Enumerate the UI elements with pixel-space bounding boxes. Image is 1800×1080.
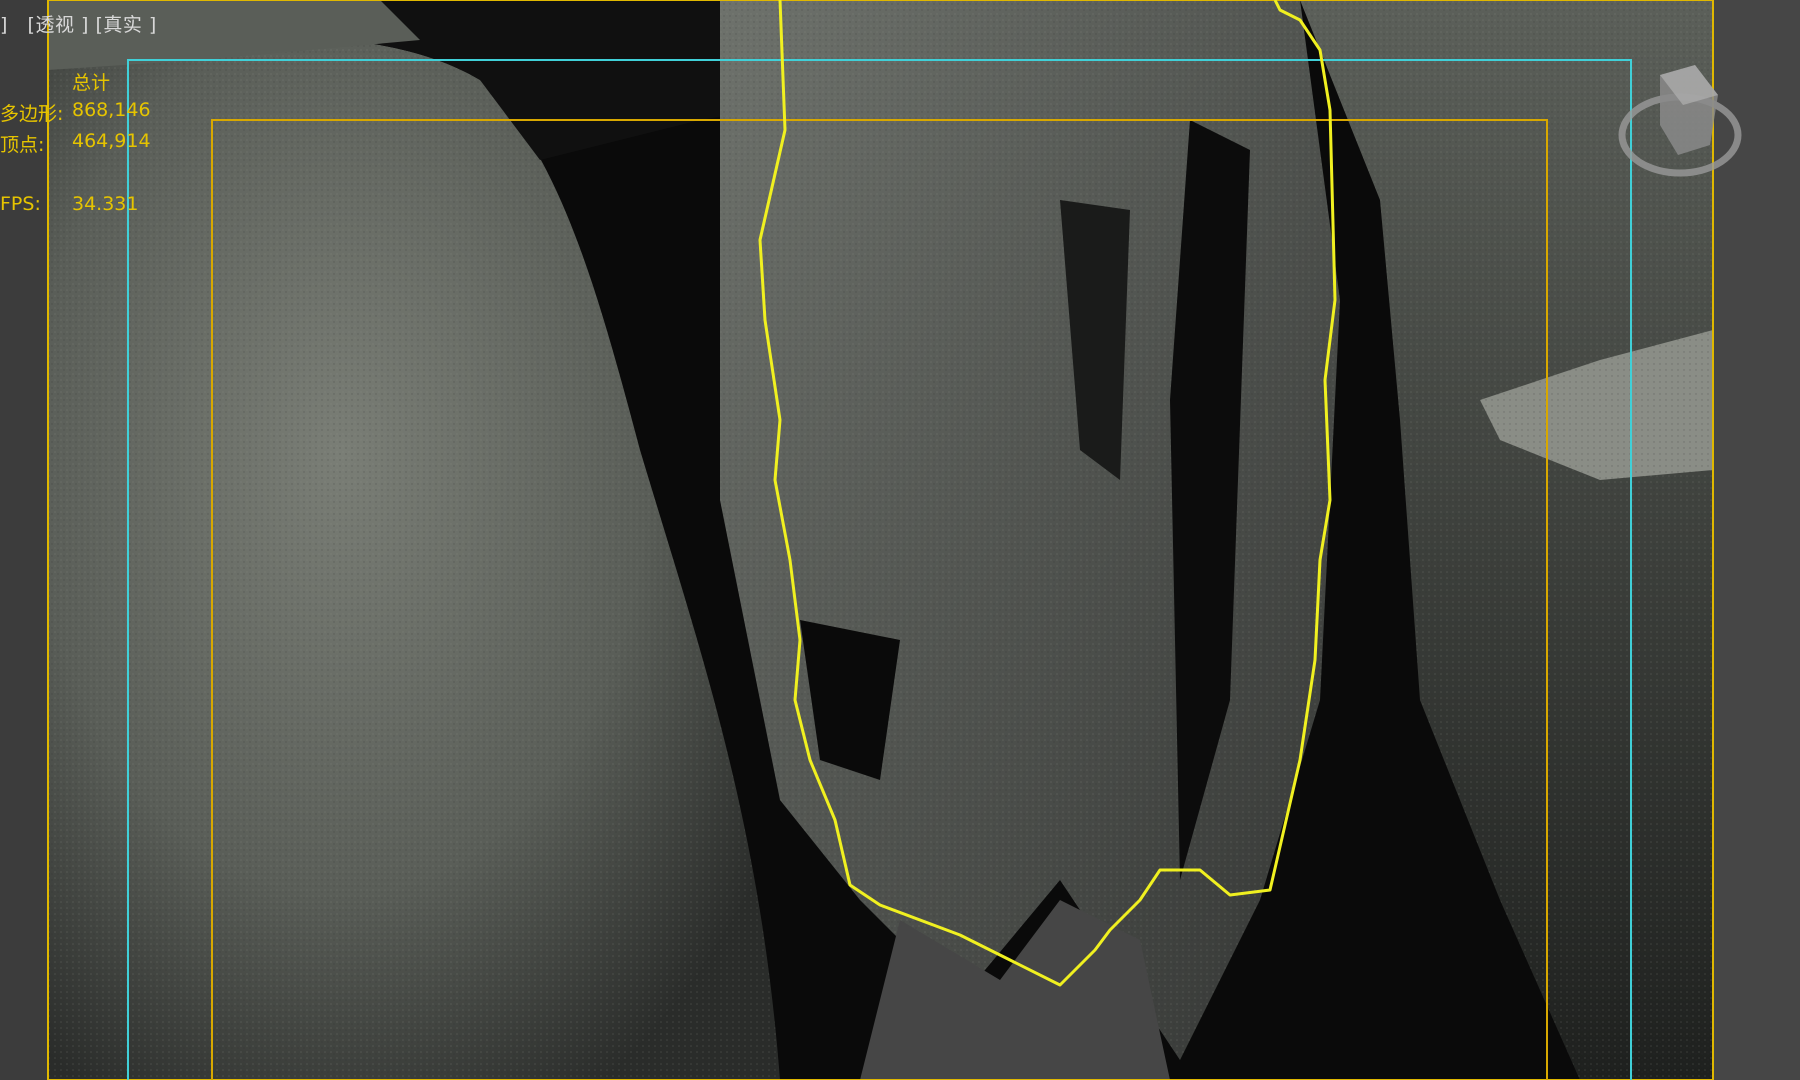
scene-canvas[interactable]	[0, 0, 1800, 1080]
stats-polygons-value: 868,146	[72, 99, 151, 121]
perspective-viewport[interactable]: ] [透视 ] [真实 ] 总计 多边形: 868,146 顶点: 464,91…	[0, 0, 1800, 1080]
viewport-menu-bracket[interactable]: ]	[0, 14, 8, 36]
stats-vertices-label: 顶点:	[0, 134, 45, 156]
stats-polygons-label: 多边形:	[0, 103, 64, 125]
viewport-view-label[interactable]: [透视 ]	[28, 14, 89, 36]
stats-fps-label: FPS:	[0, 193, 41, 215]
stats-fps-value: 34.331	[72, 193, 139, 215]
viewport-label-bar: ] [透视 ] [真实 ]	[0, 10, 157, 37]
stats-vertices-value: 464,914	[72, 130, 151, 152]
viewcube-icon[interactable]	[1600, 55, 1760, 195]
viewport-shading-label[interactable]: [真实 ]	[95, 14, 156, 36]
stats-header: 总计	[72, 72, 111, 94]
viewport-left-gutter	[0, 0, 48, 1080]
